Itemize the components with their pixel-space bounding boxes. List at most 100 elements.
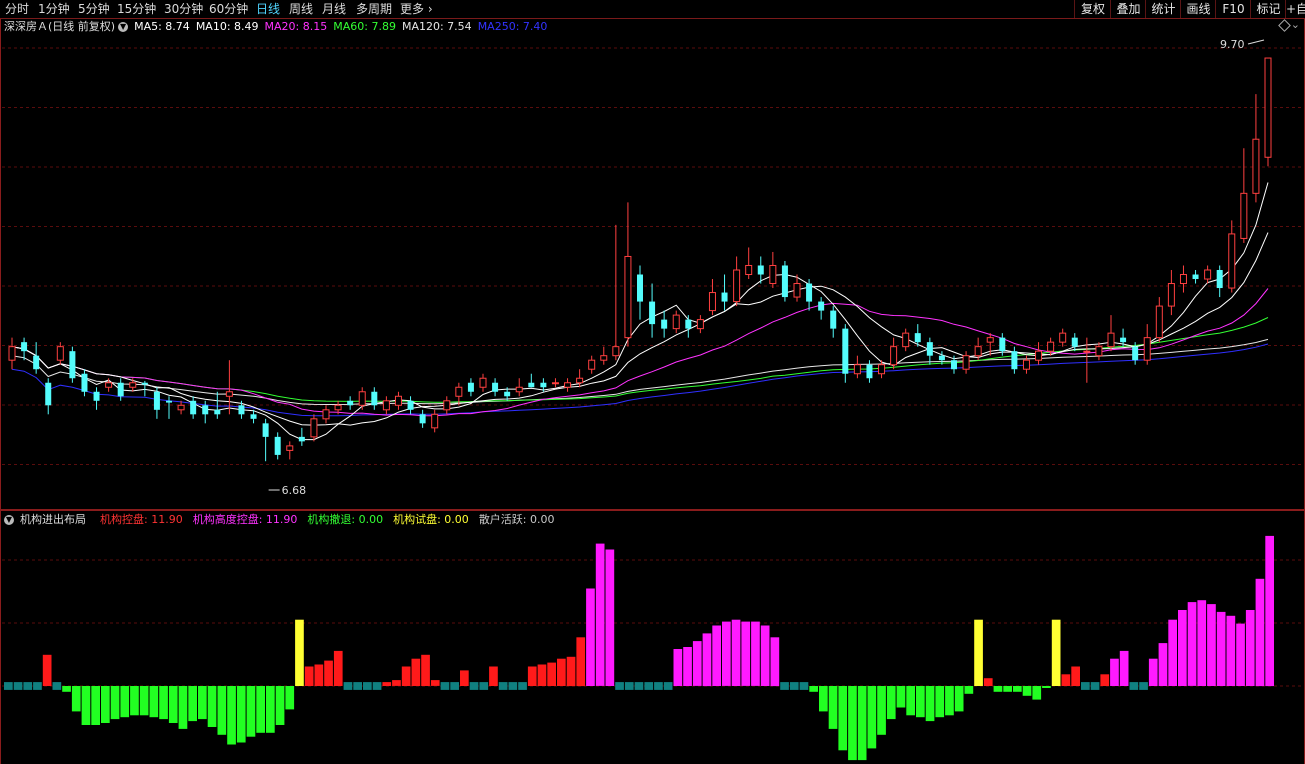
ma-legend-item-0: MA5: 8.74 [134, 20, 190, 33]
indicator-bar [1129, 682, 1139, 690]
indicator-bar [217, 686, 227, 735]
indicator-bar [1226, 615, 1236, 686]
candle-up [455, 386, 463, 397]
chart-canvas: 9.706.68财 [2, 38, 1303, 761]
indicator-bar [547, 662, 556, 686]
candle-up [1143, 337, 1151, 361]
indicator-bar [440, 682, 450, 690]
candle-up [890, 346, 898, 366]
indicator-bar [741, 621, 751, 686]
chart-title[interactable]: 深深房Ａ(日线 前复权) [4, 20, 115, 33]
candle-up [1107, 332, 1115, 348]
indicator-bar [916, 686, 925, 718]
indicator-bar [527, 666, 537, 686]
indicator-bar [576, 637, 586, 687]
candle-up [588, 359, 596, 370]
indicator-bar [1090, 682, 1100, 690]
indicator-bar [819, 686, 828, 712]
indicator-bar [266, 686, 275, 733]
indicator-bar [867, 686, 877, 749]
indicator-bar [343, 682, 353, 690]
indicator-bar [460, 670, 469, 686]
indicator-bar [770, 637, 780, 687]
candle-down [866, 364, 873, 379]
candle-up [431, 413, 439, 429]
indicator-bar [722, 621, 731, 686]
candle-down [504, 391, 511, 397]
indicator-bar [324, 660, 333, 686]
indicator-bar [906, 686, 915, 716]
candle-up [600, 355, 608, 361]
indicator-bar [1022, 686, 1032, 696]
candle-up [624, 255, 632, 339]
indicator-bar [1032, 686, 1042, 700]
indicator-bar [168, 686, 178, 723]
candle-down [1120, 337, 1127, 343]
candle-down [649, 301, 656, 325]
indicator-bar [1119, 650, 1129, 686]
indicator-bar [935, 686, 945, 718]
indicator-bar [751, 621, 760, 686]
indicator-bar [799, 682, 809, 690]
indicator-bar [479, 682, 489, 690]
indicator-bar [1061, 674, 1071, 686]
indicator-bar [760, 625, 770, 686]
indicator-bar [1003, 686, 1012, 692]
candle-down [721, 292, 728, 302]
settings-icon[interactable]: ▼ [118, 22, 129, 32]
indicator-legend-item-0: 机构控盘: 11.90 [100, 513, 183, 526]
candle-down [371, 391, 378, 406]
indicator-legend-item-3: 机构试盘: 0.00 [393, 513, 469, 526]
indicator-bar [954, 686, 964, 712]
candle-up [793, 283, 801, 298]
candle-down [757, 265, 764, 275]
candle-up [1083, 350, 1091, 353]
indicator-bar [518, 682, 527, 690]
indicator-bar [683, 647, 692, 686]
candle-down [347, 400, 354, 406]
candle-up [479, 377, 487, 388]
indicator-title[interactable]: 机构进出布局 [20, 513, 86, 526]
candle-down [153, 391, 160, 410]
settings-icon[interactable]: ▼ [4, 515, 14, 525]
indicator-bar [809, 686, 818, 692]
indicator-bar [945, 686, 954, 716]
indicator-bar [33, 682, 42, 690]
indicator-bar [712, 625, 721, 686]
indicator-bar [508, 682, 518, 690]
indicator-bar [450, 682, 459, 690]
indicator-bar [828, 686, 838, 729]
indicator-bar [896, 686, 906, 708]
candle-down [1216, 270, 1223, 289]
collapse-icon[interactable]: ⌄ [1291, 19, 1300, 31]
indicator-bar [857, 686, 867, 761]
ma-legend-item-3: MA60: 7.89 [333, 20, 396, 33]
indicator-bar [925, 686, 935, 722]
candle-up [1155, 305, 1163, 339]
indicator-bar [1081, 682, 1090, 690]
candle-up [974, 346, 982, 357]
indicator-bar [62, 686, 71, 692]
ma-legend-item-2: MA20: 8.15 [264, 20, 328, 33]
indicator-bar [537, 664, 547, 686]
candle-up [708, 292, 716, 312]
candle-up [334, 404, 342, 411]
candle-up [769, 264, 777, 285]
indicator-bar [372, 682, 382, 690]
candle-up [1204, 269, 1212, 280]
indicator-bar [1216, 611, 1226, 686]
high-price-arrow [1247, 39, 1265, 45]
candle-down [1011, 351, 1018, 370]
candle-up [1264, 57, 1272, 158]
indicator-bar [382, 682, 392, 686]
candle-down [806, 283, 813, 302]
indicator-bar [654, 682, 663, 690]
indicator-bar [188, 686, 197, 722]
candle-up [745, 264, 753, 276]
candle-down [238, 405, 245, 415]
indicator-bar [489, 666, 498, 686]
indicator-bar [101, 686, 110, 723]
candle-down [1192, 274, 1199, 280]
indicator-bar [1197, 600, 1207, 686]
indicator-bar [275, 686, 285, 725]
